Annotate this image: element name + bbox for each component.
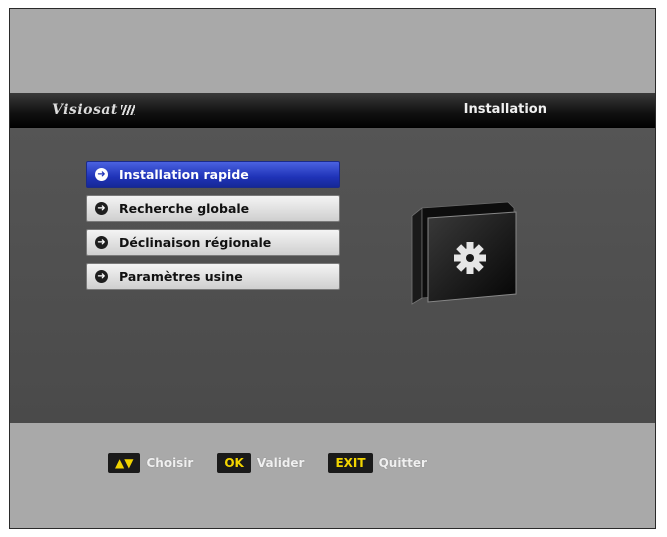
- title-bar: Visiosat Installation: [10, 93, 655, 128]
- menu-item-parametres-usine[interactable]: ➜ Paramètres usine: [86, 263, 340, 290]
- menu-item-label: Paramètres usine: [119, 269, 243, 284]
- settings-folder-gear-icon: [411, 201, 517, 305]
- hint-label: Quitter: [378, 456, 427, 470]
- ok-key-icon: OK: [217, 453, 251, 473]
- brand-logo-text: Visiosat: [52, 102, 118, 118]
- arrow-bullet-icon: ➜: [95, 236, 108, 249]
- hint-label: Choisir: [146, 456, 194, 470]
- menu-item-recherche-globale[interactable]: ➜ Recherche globale: [86, 195, 340, 222]
- page-title: Installation: [463, 102, 547, 117]
- arrow-bullet-icon: ➜: [95, 270, 108, 283]
- main-panel: ➜ Installation rapide ➜ Recherche global…: [10, 128, 655, 423]
- brand-logo-mark-icon: [120, 105, 135, 115]
- hint-label: Valider: [256, 456, 305, 470]
- key-hints: ▲▼ Choisir OK Valider EXIT Quitter: [108, 453, 451, 473]
- hint-quitter: EXIT Quitter: [328, 453, 427, 473]
- arrow-bullet-icon: ➜: [95, 168, 108, 181]
- hint-valider: OK Valider: [217, 453, 304, 473]
- menu-item-installation-rapide[interactable]: ➜ Installation rapide: [86, 161, 340, 188]
- menu-item-label: Déclinaison régionale: [119, 235, 272, 250]
- hint-choisir: ▲▼ Choisir: [108, 453, 193, 473]
- menu-item-label: Recherche globale: [119, 201, 250, 216]
- arrow-bullet-icon: ➜: [95, 202, 108, 215]
- exit-key-icon: EXIT: [328, 453, 373, 473]
- help-bar: ▲▼ Choisir OK Valider EXIT Quitter: [10, 423, 655, 528]
- menu-item-label: Installation rapide: [119, 167, 249, 182]
- tv-screen: Visiosat Installation ➜ Installation rap…: [9, 8, 656, 529]
- menu-item-declinaison-regionale[interactable]: ➜ Déclinaison régionale: [86, 229, 340, 256]
- up-down-key-icon: ▲▼: [108, 453, 141, 473]
- brand-logo: Visiosat: [52, 102, 135, 118]
- installation-menu: ➜ Installation rapide ➜ Recherche global…: [86, 161, 340, 297]
